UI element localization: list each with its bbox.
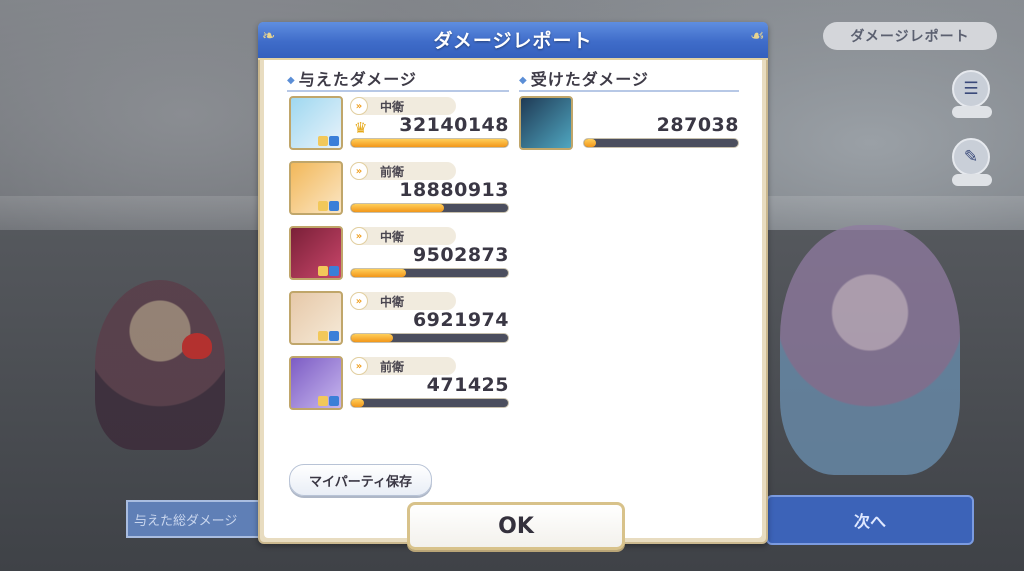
damage-bar (350, 203, 509, 213)
crown-icon: ♛ (354, 119, 368, 137)
heart-item (182, 333, 212, 359)
team-icon[interactable]: ☰ (952, 70, 992, 118)
damage-bar (350, 333, 509, 343)
position-badge: » 中衛 (350, 97, 456, 115)
dealt-damage-title: 与えたダメージ (298, 70, 417, 89)
position-badge: » 中衛 (350, 227, 456, 245)
position-badge: » 中衛 (350, 292, 456, 310)
damage-report-dialog: ❧ ダメージレポート ☙ ◆ 与えたダメージ ◆ 受けたダメージ » 中衛 ♛ 32140… (258, 22, 768, 550)
rank-icon (318, 266, 328, 276)
damage-bar-fill (351, 399, 364, 407)
dealt-damage-row: » 中衛 6921974 (289, 291, 509, 349)
damage-bar (350, 138, 509, 148)
dialog-title: ダメージレポート (433, 30, 593, 52)
position-badge: » 前衛 (350, 357, 456, 375)
position-label: 中衛 (380, 99, 405, 114)
dealt-damage-row: » 前衛 18880913 (289, 161, 509, 219)
dealt-damage-row: » 中衛 9502873 (289, 226, 509, 284)
damage-bar (583, 138, 739, 148)
rank-icon (318, 136, 328, 146)
character-portrait (289, 291, 343, 345)
character-portrait (289, 96, 343, 150)
position-label: 中衛 (380, 294, 405, 309)
element-icon (329, 396, 339, 406)
position-chevron-icon: » (350, 97, 368, 115)
element-icon (329, 201, 339, 211)
position-label: 中衛 (380, 229, 405, 244)
ally-character-sprite (95, 280, 225, 450)
diamond-bullet-icon: ◆ (287, 75, 296, 86)
character-portrait (289, 226, 343, 280)
rank-icon (318, 331, 328, 341)
position-chevron-icon: » (350, 227, 368, 245)
save-party-button[interactable]: マイパーティ保存 (289, 464, 432, 496)
taken-damage-row: 287038 (519, 96, 739, 154)
damage-bar (350, 268, 509, 278)
character-portrait (289, 161, 343, 215)
dialog-body: ◆ 与えたダメージ ◆ 受けたダメージ » 中衛 ♛ 32140148» 前衛 1888091… (264, 60, 762, 550)
total-damage-label: 与えた総ダメージ (126, 500, 266, 538)
rank-icon (318, 201, 328, 211)
dealt-divider (287, 90, 509, 92)
memo-icon[interactable]: ✎ (952, 138, 992, 186)
enemy-portrait (519, 96, 573, 150)
position-badge: » 前衛 (350, 162, 456, 180)
position-label: 前衛 (380, 359, 405, 374)
dialog-header: ❧ ダメージレポート ☙ (258, 22, 768, 60)
damage-bar-fill (351, 204, 444, 212)
taken-damage-heading: ◆ 受けたダメージ (519, 66, 649, 90)
character-portrait (289, 356, 343, 410)
corner-ornament-icon: ☙ (750, 26, 765, 45)
boss-character-sprite (780, 225, 960, 475)
damage-bar-fill (584, 139, 597, 147)
diamond-bullet-icon: ◆ (519, 75, 528, 86)
position-chevron-icon: » (350, 292, 368, 310)
damage-bar-fill (351, 139, 508, 147)
element-icon (329, 266, 339, 276)
damage-value: 6921974 (412, 309, 509, 331)
taken-divider (519, 90, 739, 92)
rank-icon (318, 396, 328, 406)
dealt-damage-heading: ◆ 与えたダメージ (287, 66, 417, 90)
taken-damage-title: 受けたダメージ (530, 70, 649, 89)
ok-button[interactable]: OK (407, 502, 625, 550)
damage-value: 287038 (656, 114, 739, 136)
damage-bar (350, 398, 509, 408)
dealt-damage-row: » 中衛 ♛ 32140148 (289, 96, 509, 154)
damage-value: 18880913 (399, 179, 509, 201)
damage-value: 9502873 (412, 244, 509, 266)
element-icon (329, 331, 339, 341)
damage-bar-fill (351, 269, 406, 277)
next-button[interactable]: 次へ (766, 495, 974, 545)
damage-bar-fill (351, 334, 394, 342)
damage-value: 32140148 (399, 114, 509, 136)
damage-value: 471425 (426, 374, 509, 396)
position-chevron-icon: » (350, 357, 368, 375)
damage-report-button[interactable]: ダメージレポート (823, 22, 997, 50)
element-icon (329, 136, 339, 146)
position-label: 前衛 (380, 164, 405, 179)
position-chevron-icon: » (350, 162, 368, 180)
dealt-damage-row: » 前衛 471425 (289, 356, 509, 414)
